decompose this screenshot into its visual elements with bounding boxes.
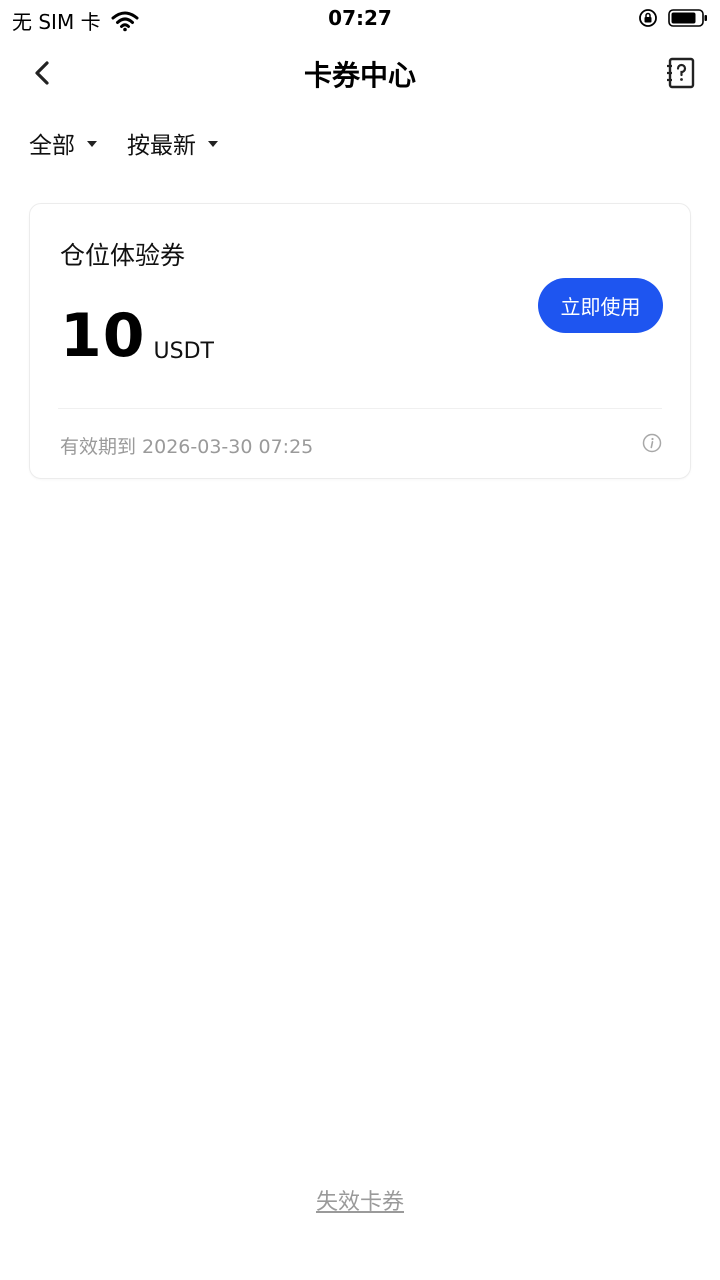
coupon-expiry: 有效期到 2026-03-30 07:25 xyxy=(60,436,314,458)
caret-down-icon xyxy=(208,141,218,147)
page-title: 卡券中心 xyxy=(303,59,416,92)
coupon-title: 仓位体验券 xyxy=(60,241,186,270)
info-icon[interactable] xyxy=(642,433,662,453)
battery-icon xyxy=(668,9,707,27)
status-time: 07:27 xyxy=(328,6,392,30)
coupon-amount-unit: USDT xyxy=(153,339,214,364)
filter-bar: 全部 按最新 xyxy=(29,126,248,160)
filter-sort-label: 按最新 xyxy=(127,133,196,159)
caret-down-icon xyxy=(87,141,97,147)
use-now-button[interactable]: 立即使用 xyxy=(538,278,663,333)
expired-coupons-link-row: 失效卡券 xyxy=(0,1184,720,1216)
filter-type-label: 全部 xyxy=(29,133,75,159)
filter-sort-dropdown[interactable]: 按最新 xyxy=(127,126,218,160)
coupon-amount: 10 USDT xyxy=(60,306,214,366)
coupon-card: 仓位体验券 10 USDT 立即使用 有效期到 2026-03-30 07:25 xyxy=(29,203,691,479)
expired-coupons-link[interactable]: 失效卡券 xyxy=(316,1190,404,1215)
help-book-icon[interactable] xyxy=(666,57,696,89)
nav-bar: 卡券中心 xyxy=(0,40,720,106)
orientation-lock-icon xyxy=(639,9,657,27)
coupon-amount-value: 10 xyxy=(60,301,146,371)
status-bar: 无 SIM 卡 07:27 xyxy=(0,0,720,36)
card-divider xyxy=(58,408,662,409)
filter-type-dropdown[interactable]: 全部 xyxy=(29,126,97,160)
